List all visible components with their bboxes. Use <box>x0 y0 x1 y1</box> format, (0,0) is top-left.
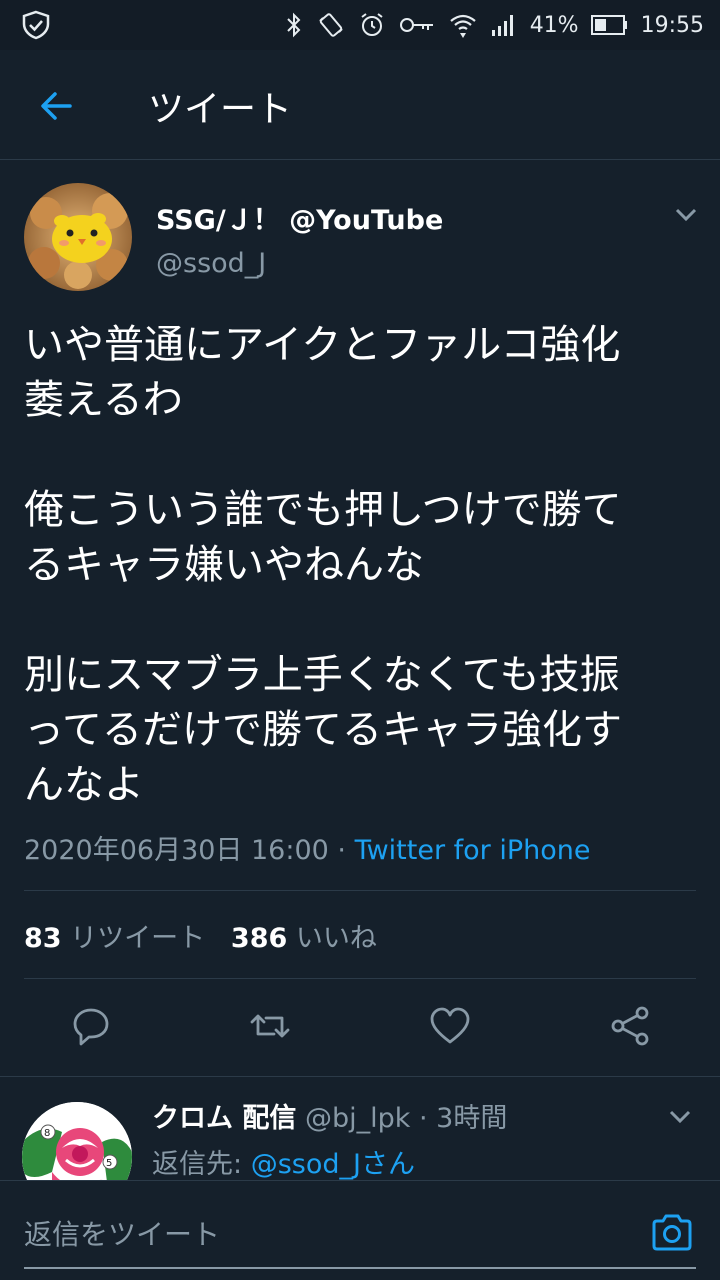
tweet-stats: 83 リツイート 386 いいね <box>24 916 377 955</box>
retweet-label[interactable]: リツイート <box>62 923 205 954</box>
reply-composer[interactable]: 返信をツイート <box>0 1180 720 1280</box>
replying-to-label: 返信先: <box>152 1149 251 1180</box>
tweet-line: んなよ <box>24 762 144 808</box>
tweet-text: いや普通にアイクとファルコ強化 萎えるわ 俺こういう誰でも押しつけで勝て るキャ… <box>24 318 696 813</box>
retweet-icon[interactable] <box>248 1004 292 1048</box>
reply-author[interactable]: クロム 配信 @bj_lpk · 3時間 <box>152 1096 507 1135</box>
tweet-line: ってるだけで勝てるキャラ強化す <box>24 707 622 753</box>
battery-icon <box>590 14 629 36</box>
arrow-left-icon[interactable] <box>36 86 76 126</box>
signal-icon <box>490 12 518 38</box>
replying-to: 返信先: @ssod_Jさん <box>152 1142 415 1181</box>
vibrate-icon <box>316 10 346 40</box>
mention-link[interactable]: @ssod_Jさん <box>251 1149 415 1180</box>
tweet-meta: 2020年06月30日 16:00 · Twitter for iPhone <box>24 828 591 867</box>
alarm-icon <box>358 11 386 39</box>
author-name[interactable]: SSG/Ｊ！ @YouTube <box>156 198 443 237</box>
reply-input[interactable]: 返信をツイート <box>24 1213 220 1253</box>
status-bar: 41% 19:55 <box>0 0 720 50</box>
divider <box>24 890 696 891</box>
svg-text:8: 8 <box>44 1128 50 1139</box>
reply-meta: @bj_lpk · 3時間 <box>296 1103 508 1134</box>
tweet-line: 萎えるわ <box>24 377 183 423</box>
key-icon <box>398 13 436 37</box>
reply-icon[interactable] <box>69 1004 113 1048</box>
tweet-line: いや普通にアイクとファルコ強化 <box>24 322 621 368</box>
tweet-line: 別にスマブラ上手くなくても技振 <box>24 652 620 698</box>
tweet-actions <box>0 996 720 1058</box>
chevron-down-icon[interactable] <box>672 200 700 228</box>
chevron-down-icon[interactable] <box>666 1102 694 1130</box>
bluetooth-icon <box>284 11 304 39</box>
clock: 19:55 <box>640 12 704 38</box>
timestamp: 2020年06月30日 16:00 · <box>24 835 355 866</box>
retweet-count[interactable]: 83 <box>24 923 62 954</box>
page-title: ツイート <box>148 89 293 130</box>
reply-author-name[interactable]: クロム 配信 <box>152 1103 296 1134</box>
like-label[interactable]: いいね <box>287 923 377 954</box>
author-handle[interactable]: @ssod_J <box>156 248 266 279</box>
avatar[interactable] <box>24 183 132 291</box>
divider <box>24 978 696 979</box>
app-header: ツイート <box>0 50 720 160</box>
like-icon[interactable] <box>428 1004 472 1048</box>
share-icon[interactable] <box>608 1004 652 1048</box>
battery-percent: 41% <box>529 12 579 38</box>
wifi-icon <box>448 10 478 40</box>
divider <box>0 1076 720 1077</box>
tweet-line: るキャラ嫌いやねんな <box>24 542 424 588</box>
camera-icon[interactable] <box>650 1211 694 1255</box>
like-count[interactable]: 386 <box>231 923 287 954</box>
svg-text:5: 5 <box>106 1158 112 1169</box>
source-link[interactable]: Twitter for iPhone <box>355 835 591 866</box>
input-underline <box>24 1267 696 1269</box>
tweet-line: 俺こういう誰でも押しつけで勝て <box>24 487 622 533</box>
shield-check-icon <box>20 9 52 41</box>
